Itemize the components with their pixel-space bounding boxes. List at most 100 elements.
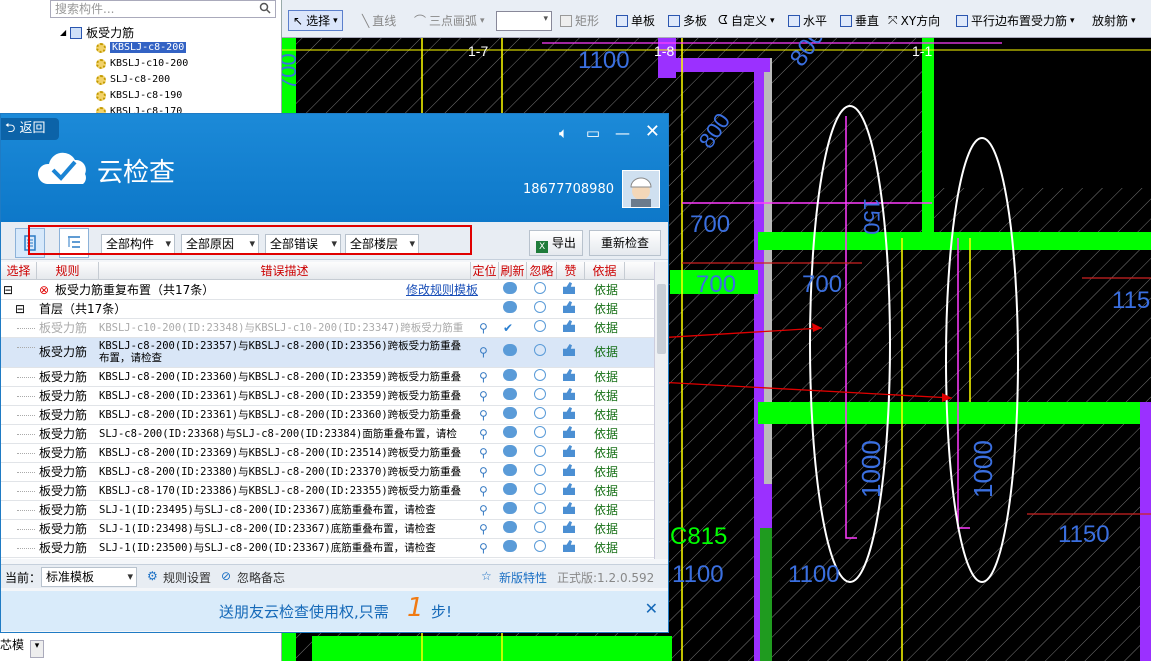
single-slab-button[interactable]: 单板 xyxy=(616,12,655,29)
floor-row[interactable]: ⊟ 首层（共17条） 依据 xyxy=(1,300,654,319)
col-select[interactable]: 选择 xyxy=(1,262,37,280)
locate-icon[interactable]: ⚲ xyxy=(479,368,491,386)
refresh-icon[interactable] xyxy=(503,540,517,552)
basis-link[interactable]: 依据 xyxy=(594,501,624,519)
locate-icon[interactable]: ⚲ xyxy=(479,520,491,538)
like-icon[interactable] xyxy=(563,521,575,533)
locate-icon[interactable]: ⚲ xyxy=(479,425,491,443)
ignore-icon[interactable] xyxy=(534,502,546,514)
locate-icon[interactable]: ⚲ xyxy=(479,539,491,557)
component-search-input[interactable]: 搜索构件... xyxy=(50,0,276,18)
like-icon[interactable] xyxy=(563,282,575,294)
table-row[interactable]: 板受力筋 KBSLJ-c8-200(ID:23369)与KBSLJ-c8-200(… xyxy=(1,444,654,463)
refresh-icon[interactable] xyxy=(503,369,517,381)
locate-icon[interactable]: ⚲ xyxy=(479,387,491,405)
basis-link[interactable]: 依据 xyxy=(594,520,624,538)
basis-link[interactable]: 依据 xyxy=(594,406,624,424)
col-description[interactable]: 错误描述 xyxy=(99,262,471,280)
basis-link[interactable]: 依据 xyxy=(594,300,624,318)
refresh-icon[interactable] xyxy=(503,301,517,313)
col-refresh[interactable]: 刷新 xyxy=(499,262,527,280)
refresh-icon[interactable] xyxy=(503,282,517,294)
ignore-icon[interactable] xyxy=(534,426,546,438)
arc-tool-button[interactable]: ⌒ 三点画弧 ▾ xyxy=(414,12,485,29)
line-tool-button[interactable]: ╲ 直线 xyxy=(362,12,396,29)
col-rule[interactable]: 规则 xyxy=(37,262,99,280)
basis-link[interactable]: 依据 xyxy=(594,281,624,299)
like-icon[interactable] xyxy=(563,445,575,457)
horizontal-button[interactable]: 水平 xyxy=(788,12,827,29)
like-icon[interactable] xyxy=(563,502,575,514)
vertical-button[interactable]: 垂直 xyxy=(840,12,879,29)
refresh-icon[interactable] xyxy=(503,426,517,438)
search-icon[interactable] xyxy=(259,2,271,14)
tree-root-node[interactable]: ◢ 板受力筋 xyxy=(60,24,134,41)
ignore-icon[interactable] xyxy=(534,464,546,476)
like-icon[interactable] xyxy=(563,407,575,419)
ignore-icon[interactable] xyxy=(534,320,546,332)
arc-type-select[interactable]: ▾ xyxy=(496,11,552,31)
ignore-icon[interactable] xyxy=(534,369,546,381)
table-scrollbar[interactable] xyxy=(654,262,668,559)
recheck-button[interactable]: 重新检查 xyxy=(589,230,661,256)
tree-item[interactable]: SLJ-c8-200 xyxy=(96,72,170,87)
tree-item[interactable]: KBSLJ-c8-190 xyxy=(96,88,182,103)
scroll-down-icon[interactable]: ▾ xyxy=(30,640,44,658)
locate-icon[interactable]: ⚲ xyxy=(479,463,491,481)
multi-slab-button[interactable]: 多板 xyxy=(668,12,707,29)
rect-tool-button[interactable]: 矩形 xyxy=(560,12,599,29)
like-icon[interactable] xyxy=(563,344,575,356)
check-icon[interactable]: ✔ xyxy=(503,321,513,335)
ignore-icon[interactable] xyxy=(534,483,546,495)
table-row[interactable]: 板受力筋 KBSLJ-c10-200(ID:23348)与KBSLJ-c10-20… xyxy=(1,319,654,338)
template-select[interactable]: 标准模板 xyxy=(41,567,137,587)
minimize-icon[interactable]: — xyxy=(615,124,630,142)
ignore-icon[interactable] xyxy=(534,344,546,356)
table-row[interactable]: 板受力筋 KBSLJ-c8-200(ID:23361)与KBSLJ-c8-200(… xyxy=(1,387,654,406)
edit-rule-template-link[interactable]: 修改规则模板 xyxy=(406,281,486,299)
table-row[interactable]: 板受力筋 SLJ-1(ID:23495)与SLJ-c8-200(ID:23367)… xyxy=(1,501,654,520)
table-row[interactable]: 板受力筋 KBSLJ-c8-170(ID:23386)与KBSLJ-c8-200(… xyxy=(1,482,654,501)
banner-close-icon[interactable]: ✕ xyxy=(645,599,658,618)
refresh-icon[interactable] xyxy=(503,344,517,356)
basis-link[interactable]: 依据 xyxy=(594,539,624,557)
basis-link[interactable]: 依据 xyxy=(594,387,624,405)
tree-footer-label[interactable]: 芯模 xyxy=(0,636,24,653)
rule-settings-link[interactable]: 规则设置 xyxy=(163,569,211,586)
back-button[interactable]: ⮌ 返回 xyxy=(1,118,59,140)
new-features-link[interactable]: 新版特性 xyxy=(499,569,547,586)
table-row[interactable]: 板受力筋 SLJ-1(ID:23500)与SLJ-c8-200(ID:23367)… xyxy=(1,539,654,558)
close-icon[interactable]: ✕ xyxy=(645,121,660,142)
ignore-icon[interactable] xyxy=(534,282,546,294)
ignore-icon[interactable] xyxy=(534,388,546,400)
radial-bar-button[interactable]: 放射筋 ▾ xyxy=(1092,12,1136,29)
refresh-icon[interactable] xyxy=(503,445,517,457)
ignore-icon[interactable] xyxy=(534,445,546,457)
xy-direction-button[interactable]: ⤧ XY方向 xyxy=(888,12,940,29)
like-icon[interactable] xyxy=(563,426,575,438)
ignore-icon[interactable] xyxy=(534,540,546,552)
export-button[interactable]: X 导出 xyxy=(529,230,583,256)
refresh-icon[interactable] xyxy=(503,483,517,495)
refresh-icon[interactable] xyxy=(503,464,517,476)
like-icon[interactable] xyxy=(563,388,575,400)
locate-icon[interactable]: ⚲ xyxy=(479,319,491,337)
locate-icon[interactable]: ⚲ xyxy=(479,406,491,424)
like-icon[interactable] xyxy=(563,483,575,495)
basis-link[interactable]: 依据 xyxy=(594,463,624,481)
like-icon[interactable] xyxy=(563,320,575,332)
refresh-icon[interactable] xyxy=(503,521,517,533)
ignore-icon[interactable] xyxy=(534,521,546,533)
promo-banner[interactable]: 送朋友云检查使用权,只需 1 步! ✕ xyxy=(1,591,668,631)
ignore-icon[interactable] xyxy=(534,301,546,313)
table-row[interactable]: 板受力筋 KBSLJ-c8-200(ID:23357)与KBSLJ-c8-200(… xyxy=(1,338,654,368)
like-icon[interactable] xyxy=(563,301,575,313)
message-icon[interactable]: ▭ xyxy=(586,124,600,142)
tree-item[interactable]: KBSLJ-c10-200 xyxy=(96,56,188,71)
basis-link[interactable]: 依据 xyxy=(594,482,624,500)
col-basis[interactable]: 依据 xyxy=(585,262,625,280)
basis-link[interactable]: 依据 xyxy=(594,338,624,366)
scroll-thumb[interactable] xyxy=(657,284,666,354)
like-icon[interactable] xyxy=(563,540,575,552)
basis-link[interactable]: 依据 xyxy=(594,368,624,386)
